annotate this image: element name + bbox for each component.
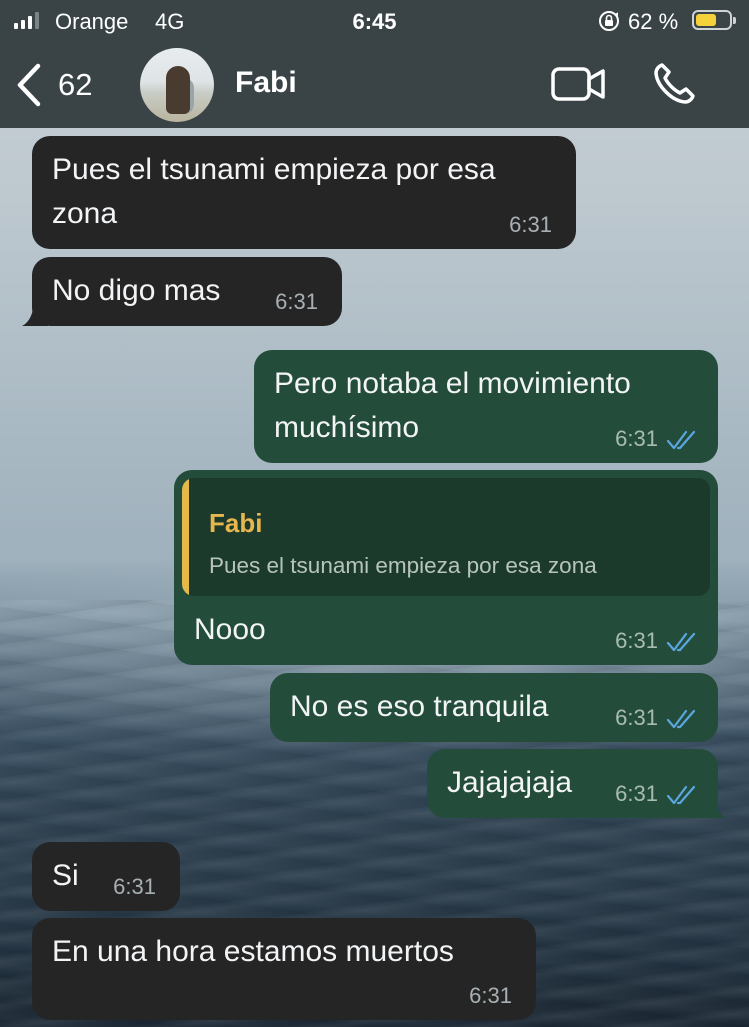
- message-text: Pues el tsunami empieza por esa zona: [52, 153, 496, 230]
- message-time: 6:31: [615, 628, 658, 653]
- quoted-reply[interactable]: Fabi Pues el tsunami empieza por esa zon…: [182, 478, 710, 596]
- message-text: Jajajajaja: [447, 766, 573, 799]
- message-text: No es eso tranquila: [290, 690, 549, 723]
- battery-fill: [696, 14, 716, 26]
- message-bubble-outgoing[interactable]: Jajajajaja 6:31: [427, 749, 718, 818]
- message-text: En una hora estamos muertos: [52, 935, 454, 968]
- contact-name[interactable]: Fabi: [235, 66, 297, 100]
- quoted-text: Pues el tsunami empieza por esa zona: [209, 553, 597, 578]
- message-time: 6:31: [469, 983, 512, 1008]
- message-text: No digo mas: [52, 274, 221, 307]
- message-bubble-incoming[interactable]: En una hora estamos muertos 6:31: [32, 918, 536, 1020]
- status-bar: Orange 4G 6:45 62 %: [0, 0, 749, 42]
- message-time: 6:31: [509, 212, 552, 237]
- message-time: 6:31: [615, 781, 658, 806]
- battery-percent: 62 %: [628, 9, 679, 34]
- message-bubble-outgoing[interactable]: No es eso tranquila 6:31: [270, 673, 718, 742]
- avatar[interactable]: [140, 48, 214, 122]
- battery-icon: [692, 10, 736, 30]
- message-text: Pero notaba el movimiento muchísimo: [274, 367, 631, 444]
- message-time: 6:31: [113, 874, 156, 899]
- read-ticks-icon: [666, 430, 696, 450]
- chat-header: 62 Fabi: [0, 42, 749, 128]
- back-button[interactable]: 62: [14, 60, 92, 110]
- message-time: 6:31: [615, 426, 658, 451]
- message-bubble-outgoing[interactable]: Pero notaba el movimiento muchísimo 6:31: [254, 350, 718, 463]
- unread-count: 62: [58, 67, 93, 102]
- read-ticks-icon: [666, 709, 696, 729]
- message-bubble-incoming[interactable]: Si 6:31: [32, 842, 180, 911]
- message-bubble-incoming[interactable]: Pues el tsunami empieza por esa zona 6:3…: [32, 136, 576, 249]
- read-ticks-icon: [666, 785, 696, 805]
- quote-accent-bar: [182, 478, 189, 596]
- quoted-author: Fabi: [209, 508, 263, 538]
- video-call-icon[interactable]: [550, 64, 606, 104]
- message-bubble-incoming[interactable]: No digo mas 6:31: [32, 257, 342, 326]
- read-ticks-icon: [666, 632, 696, 652]
- phone-icon[interactable]: [652, 62, 696, 106]
- message-time: 6:31: [275, 289, 318, 314]
- message-text: Si: [52, 859, 79, 892]
- message-text: Nooo: [194, 613, 266, 646]
- message-bubble-outgoing[interactable]: Fabi Pues el tsunami empieza por esa zon…: [174, 470, 718, 665]
- chevron-left-icon: [17, 63, 41, 107]
- message-time: 6:31: [615, 705, 658, 730]
- orientation-lock-icon: [599, 11, 619, 31]
